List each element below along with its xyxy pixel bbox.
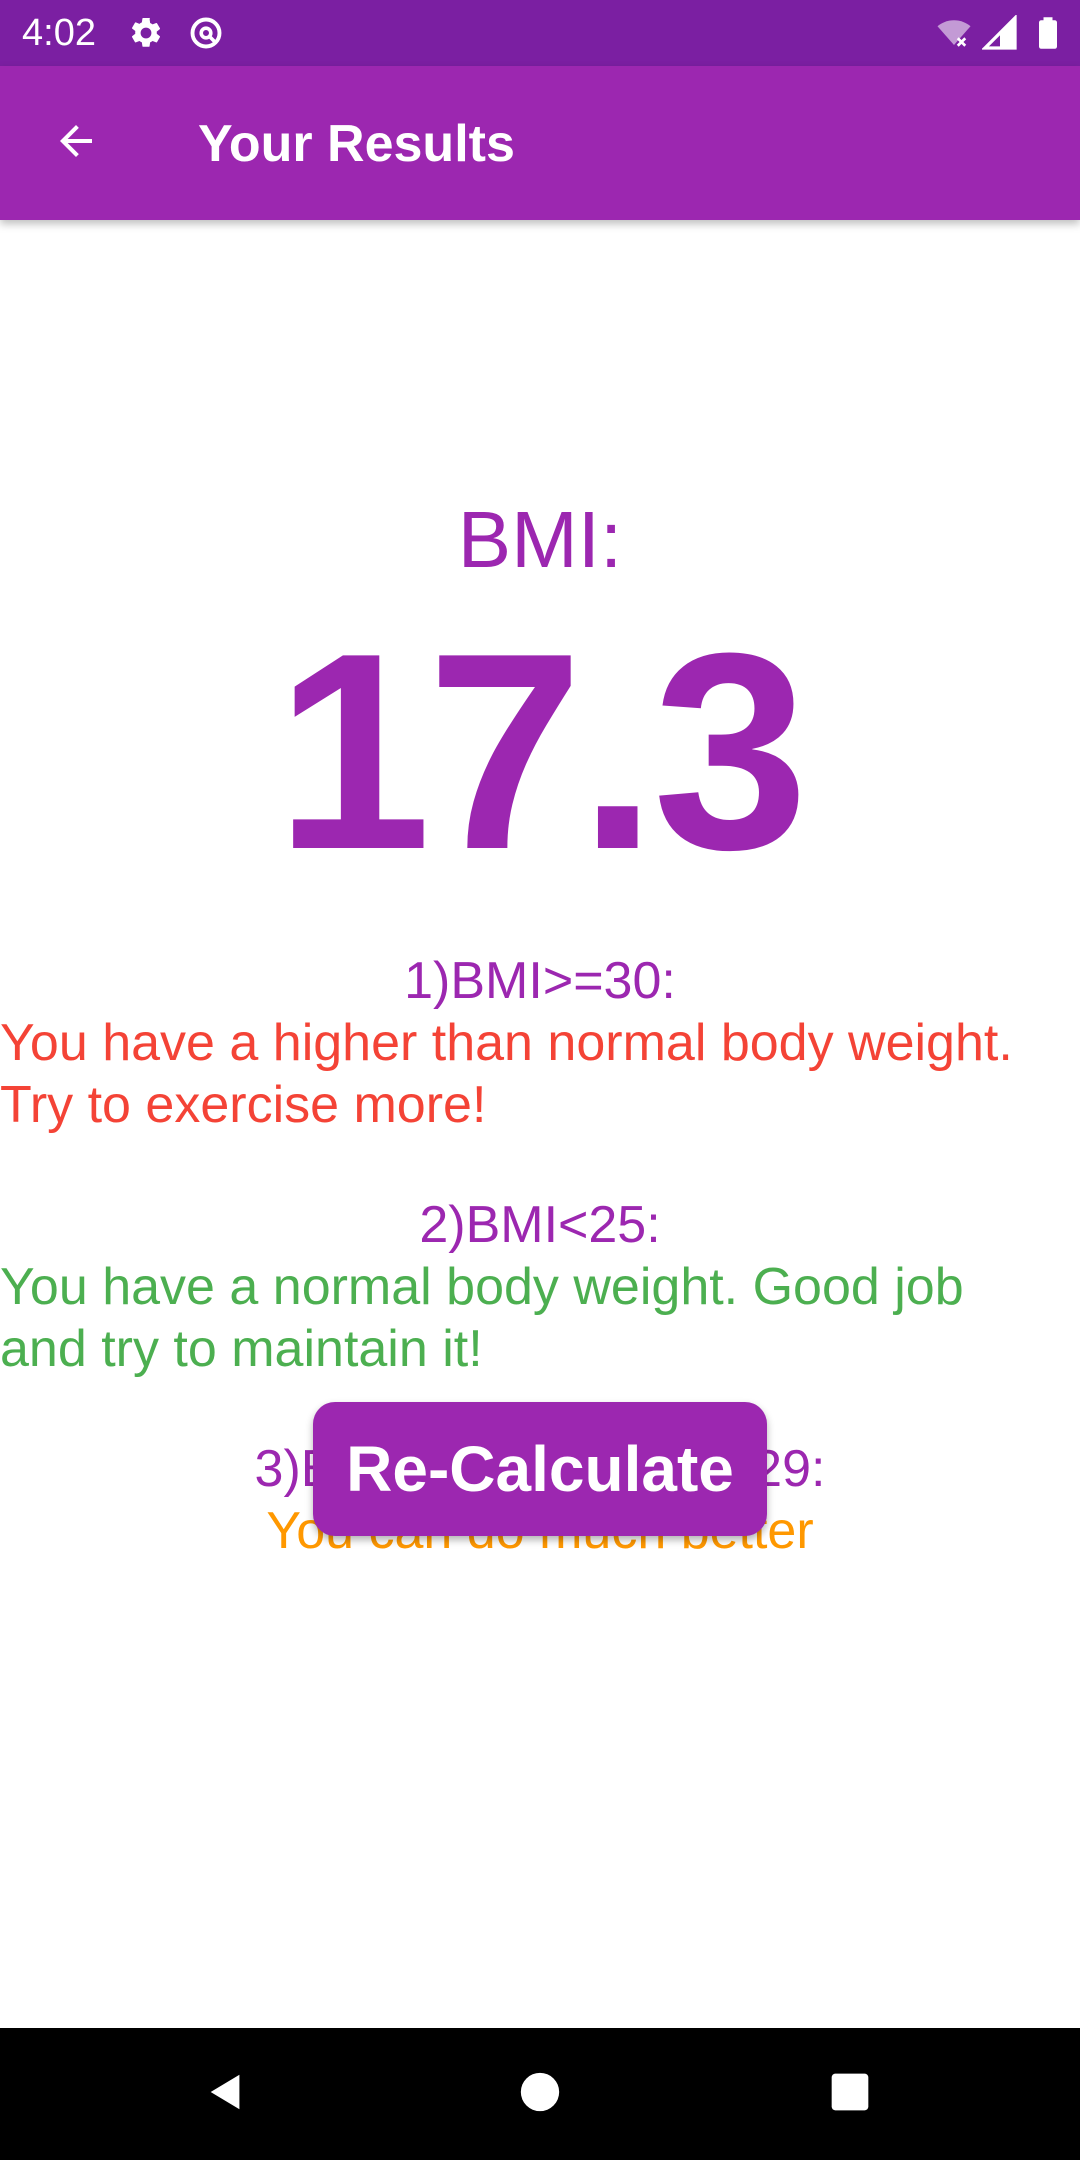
gear-icon	[128, 15, 164, 51]
system-nav-bar	[0, 2028, 1080, 2160]
recalculate-button[interactable]: Re-Calculate	[313, 1402, 767, 1536]
do-not-disturb-icon	[188, 15, 224, 51]
rule-1-text-line-1: You have a higher than normal body weigh…	[0, 1014, 1013, 1072]
rule-2-heading: 2)BMI<25:	[419, 1196, 661, 1254]
rule-2-text-line-2: and try to maintain it!	[0, 1320, 483, 1378]
battery-icon	[1030, 15, 1066, 51]
status-time: 4:02	[22, 12, 96, 54]
back-button[interactable]	[38, 110, 114, 176]
bmi-value: 17.3	[275, 596, 809, 908]
rule-1-text-line-2: Try to exercise more!	[0, 1076, 487, 1134]
signal-icon	[981, 14, 1018, 51]
bmi-label: BMI:	[457, 495, 623, 584]
app-bar: Your Results	[0, 66, 1080, 220]
back-triangle-icon	[203, 2069, 249, 2120]
home-circle-icon	[517, 2069, 563, 2120]
rule-2-text-line-1: You have a normal body weight. Good job	[0, 1258, 964, 1316]
rule-1-heading: 1)BMI>=30:	[404, 952, 676, 1010]
status-bar: 4:02	[0, 0, 1080, 66]
page-title: Your Results	[198, 115, 515, 173]
wifi-off-icon	[936, 15, 972, 51]
recents-square-icon	[828, 2070, 872, 2119]
nav-recents-button[interactable]	[816, 2060, 884, 2128]
nav-home-button[interactable]	[506, 2060, 574, 2128]
nav-back-button[interactable]	[192, 2060, 260, 2128]
recalculate-button-label: Re-Calculate	[346, 1433, 734, 1505]
arrow-back-icon	[52, 117, 100, 170]
